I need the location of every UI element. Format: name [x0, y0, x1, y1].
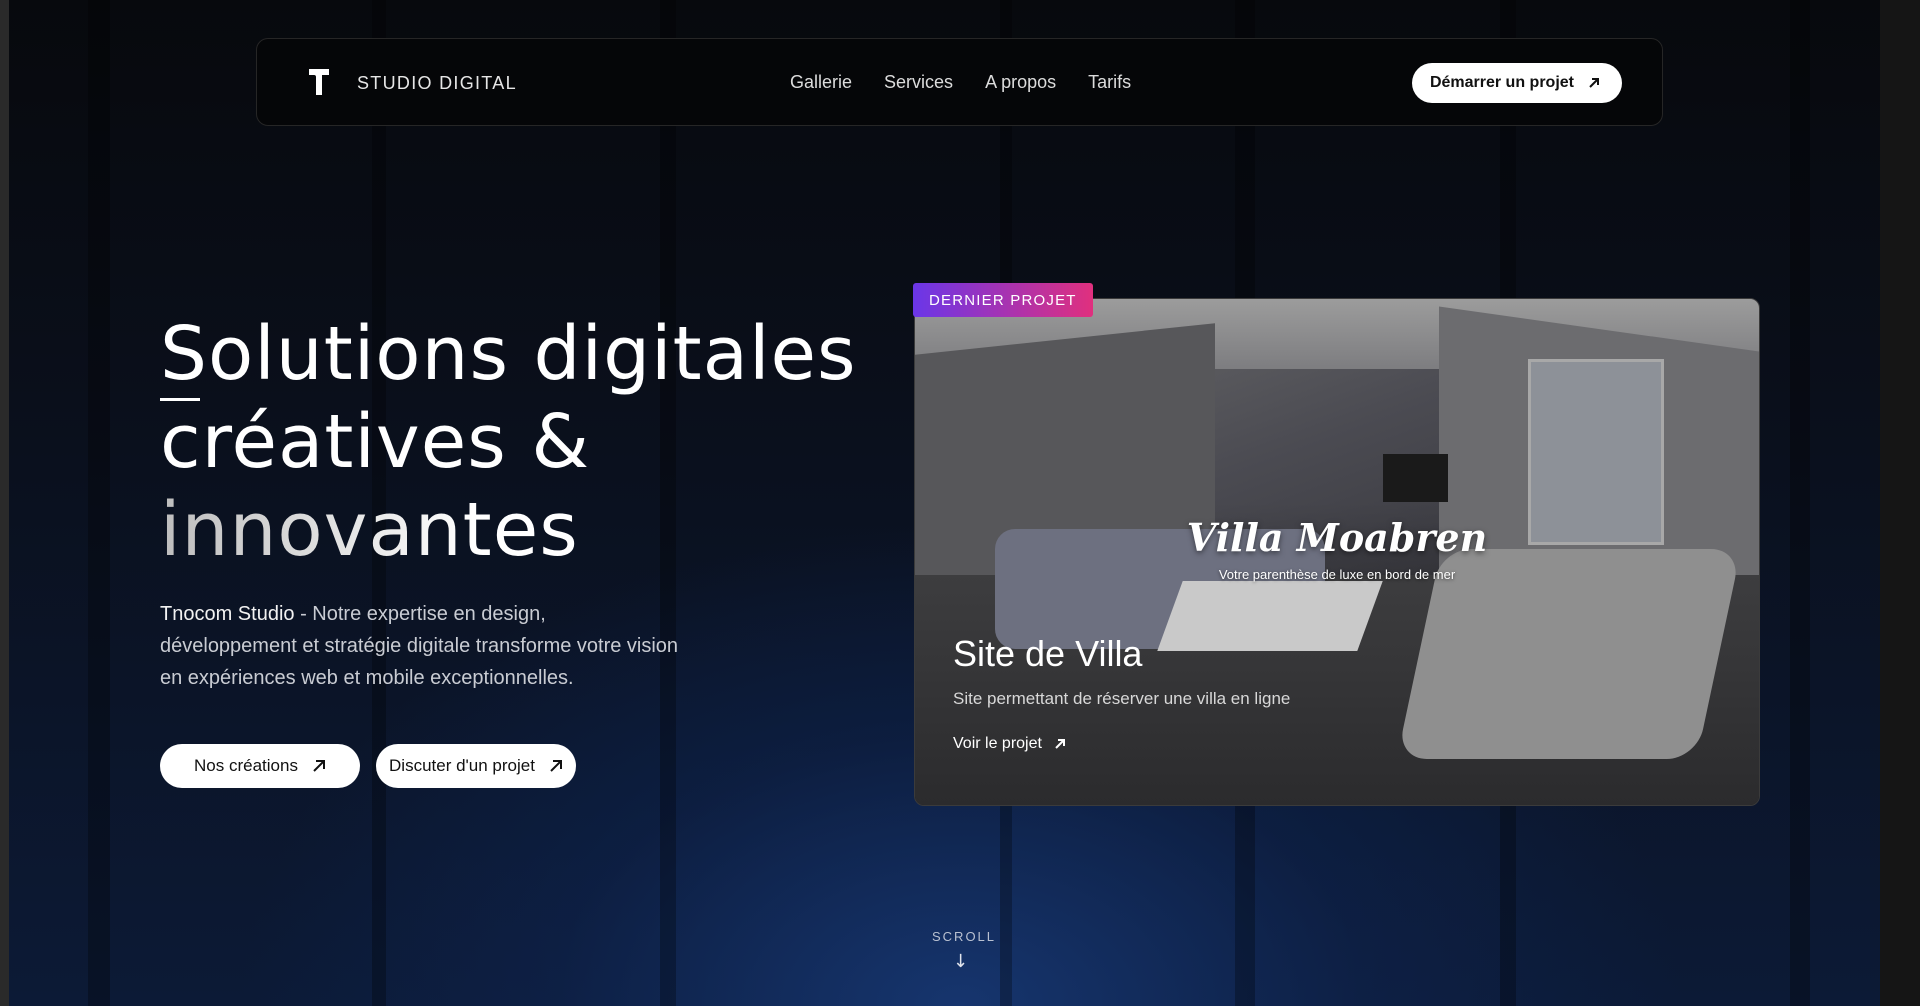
project-description: Site permettant de réserver une villa en…	[953, 689, 1291, 708]
hero-description: Tnocom Studio - Notre expertise en desig…	[160, 598, 680, 694]
arrow-up-right-icon	[1589, 78, 1599, 88]
our-creations-button[interactable]: Nos créations	[160, 744, 360, 788]
hero-title: Solutions digitales créatives & innovant…	[160, 310, 857, 574]
view-project-link[interactable]: Voir le projet	[953, 735, 1066, 753]
nav-link-gallerie[interactable]: Gallerie	[790, 72, 852, 93]
project-title: Site de Villa	[953, 633, 1143, 674]
villa-image-subtitle: Votre parenthèse de luxe en bord de mer	[1218, 567, 1456, 582]
scroll-label: SCROLL	[932, 929, 997, 944]
window-frame-left	[0, 0, 9, 1006]
top-navbar: STUDIO DIGITAL Gallerie Services A propo…	[256, 38, 1663, 126]
background-stripe	[1790, 0, 1810, 1006]
title-underline	[160, 398, 200, 401]
logo-icon[interactable]	[307, 67, 331, 97]
brand-name[interactable]: STUDIO DIGITAL	[357, 73, 517, 94]
discuss-project-button[interactable]: Discuter d'un projet	[376, 744, 576, 788]
project-image-tv	[1383, 454, 1448, 502]
nav-links: Gallerie Services A propos Tarifs	[790, 72, 1131, 93]
nav-link-services[interactable]: Services	[884, 72, 953, 93]
latest-project-badge: DERNIER PROJET	[913, 283, 1093, 317]
nav-link-tarifs[interactable]: Tarifs	[1088, 72, 1131, 93]
background-stripe	[88, 0, 110, 1006]
latest-project-card[interactable]: Villa Moabren Votre parenthèse de luxe e…	[914, 298, 1760, 806]
arrow-down-icon[interactable]: ↓	[953, 951, 968, 972]
arrow-up-right-icon	[313, 760, 325, 772]
hero-title-line-1: Solutions digitales	[160, 311, 857, 397]
start-project-label: Démarrer un projet	[1429, 74, 1574, 91]
discuss-project-label: Discuter d'un projet	[389, 756, 535, 775]
villa-image-title: Villa Moabren	[1186, 515, 1488, 560]
arrow-up-right-icon	[1055, 739, 1065, 749]
start-project-button[interactable]: Démarrer un projet	[1411, 63, 1622, 103]
nav-link-a-propos[interactable]: A propos	[985, 72, 1056, 93]
hero-title-line-3: innovantes	[160, 486, 857, 574]
window-frame-right	[1880, 0, 1920, 1006]
studio-name: Tnocom Studio	[160, 603, 295, 625]
view-project-label: Voir le projet	[953, 735, 1042, 752]
hero-title-line-2: créatives &	[160, 399, 591, 485]
project-image-table	[1157, 581, 1383, 651]
our-creations-label: Nos créations	[194, 756, 298, 775]
arrow-up-right-icon	[550, 760, 562, 772]
